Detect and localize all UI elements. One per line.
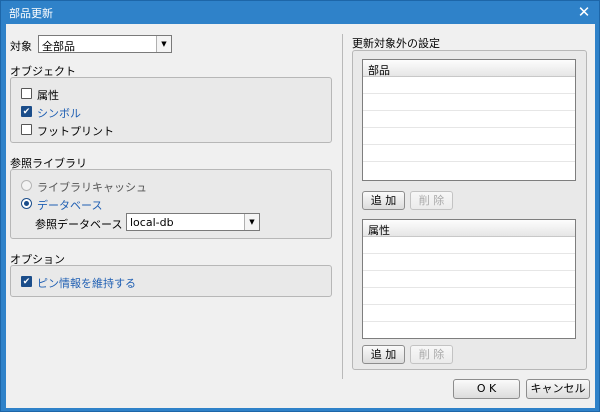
attributes-list[interactable]: 属性	[362, 219, 576, 339]
dialog-body: 対象 全部品 ▼ オブジェクト 属性 ✔ シンボル フットプリント 参照ライブラ…	[6, 24, 595, 408]
list-row[interactable]	[363, 271, 575, 288]
radio-icon[interactable]	[21, 180, 32, 191]
window-title: 部品更新	[9, 7, 53, 20]
target-combobox[interactable]: 全部品 ▼	[38, 35, 172, 53]
parts-add-button[interactable]: 追 加	[362, 191, 405, 210]
list-row[interactable]	[363, 288, 575, 305]
ok-button[interactable]: O K	[453, 379, 520, 399]
target-value: 全部品	[42, 40, 75, 53]
list-row[interactable]	[363, 145, 575, 162]
checkbox-symbol-label: シンボル	[37, 107, 81, 120]
chevron-down-icon[interactable]: ▼	[244, 214, 259, 230]
checkbox-checked-icon[interactable]: ✔	[21, 106, 32, 117]
checkbox-checked-icon[interactable]: ✔	[21, 276, 32, 287]
dialog-window: 部品更新 ✕ 対象 全部品 ▼ オブジェクト 属性 ✔ シンボル フットプリント	[0, 0, 600, 412]
list-row[interactable]	[363, 77, 575, 94]
attributes-remove-button[interactable]: 削 除	[410, 345, 453, 364]
radio-database-label: データベース	[37, 199, 103, 212]
database-combobox[interactable]: local-db ▼	[126, 213, 260, 231]
checkbox-icon[interactable]	[21, 124, 32, 135]
list-row[interactable]	[363, 94, 575, 111]
parts-list-header: 部品	[363, 60, 575, 77]
database-label: 参照データベース	[35, 218, 123, 231]
list-row[interactable]	[363, 237, 575, 254]
parts-remove-button[interactable]: 削 除	[410, 191, 453, 210]
list-row[interactable]	[363, 128, 575, 145]
objects-group: 属性 ✔ シンボル フットプリント	[10, 77, 332, 143]
radio-library-cache-label: ライブラリキャッシュ	[37, 181, 147, 194]
vertical-divider	[342, 34, 343, 379]
close-icon[interactable]: ✕	[575, 3, 593, 21]
target-label: 対象	[10, 40, 32, 53]
checkbox-icon[interactable]	[21, 88, 32, 99]
checkbox-footprint-label: フットプリント	[37, 125, 114, 138]
chevron-down-icon[interactable]: ▼	[156, 36, 171, 52]
exclusions-panel: 部品 追 加 削 除 属性 追 加 削 除	[352, 50, 587, 370]
title-bar[interactable]: 部品更新 ✕	[1, 1, 599, 23]
options-group: ✔ ピン情報を維持する	[10, 265, 332, 297]
checkbox-keep-pin-info-label: ピン情報を維持する	[37, 277, 136, 290]
exclusions-heading: 更新対象外の設定	[352, 37, 440, 50]
list-row[interactable]	[363, 111, 575, 128]
radio-selected-icon[interactable]	[21, 198, 32, 209]
reference-library-group: ライブラリキャッシュ データベース 参照データベース local-db ▼	[10, 169, 332, 239]
list-row[interactable]	[363, 305, 575, 322]
list-row[interactable]	[363, 254, 575, 271]
database-value: local-db	[130, 216, 174, 229]
parts-list[interactable]: 部品	[362, 59, 576, 181]
checkbox-attribute-label: 属性	[37, 89, 59, 102]
attributes-add-button[interactable]: 追 加	[362, 345, 405, 364]
cancel-button[interactable]: キャンセル	[526, 379, 590, 399]
attributes-list-header: 属性	[363, 220, 575, 237]
